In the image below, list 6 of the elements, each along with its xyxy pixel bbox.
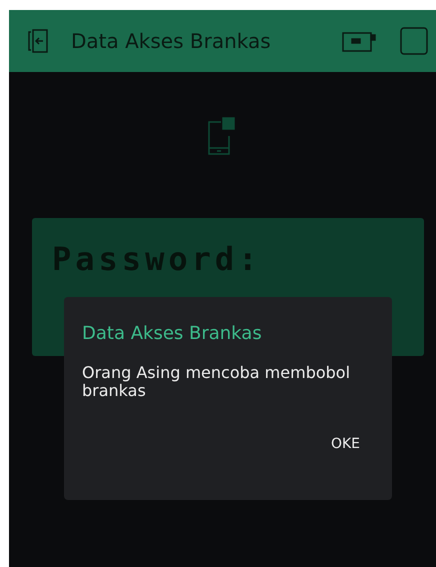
exit-icon[interactable] xyxy=(27,28,49,54)
ok-button[interactable]: OKE xyxy=(316,430,374,458)
dialog-message: Orang Asing mencoba membobol brankas xyxy=(82,364,352,400)
square-icon[interactable] xyxy=(400,27,428,55)
app-title: Data Akses Brankas xyxy=(71,29,272,53)
dialog-title: Data Akses Brankas xyxy=(82,323,262,344)
